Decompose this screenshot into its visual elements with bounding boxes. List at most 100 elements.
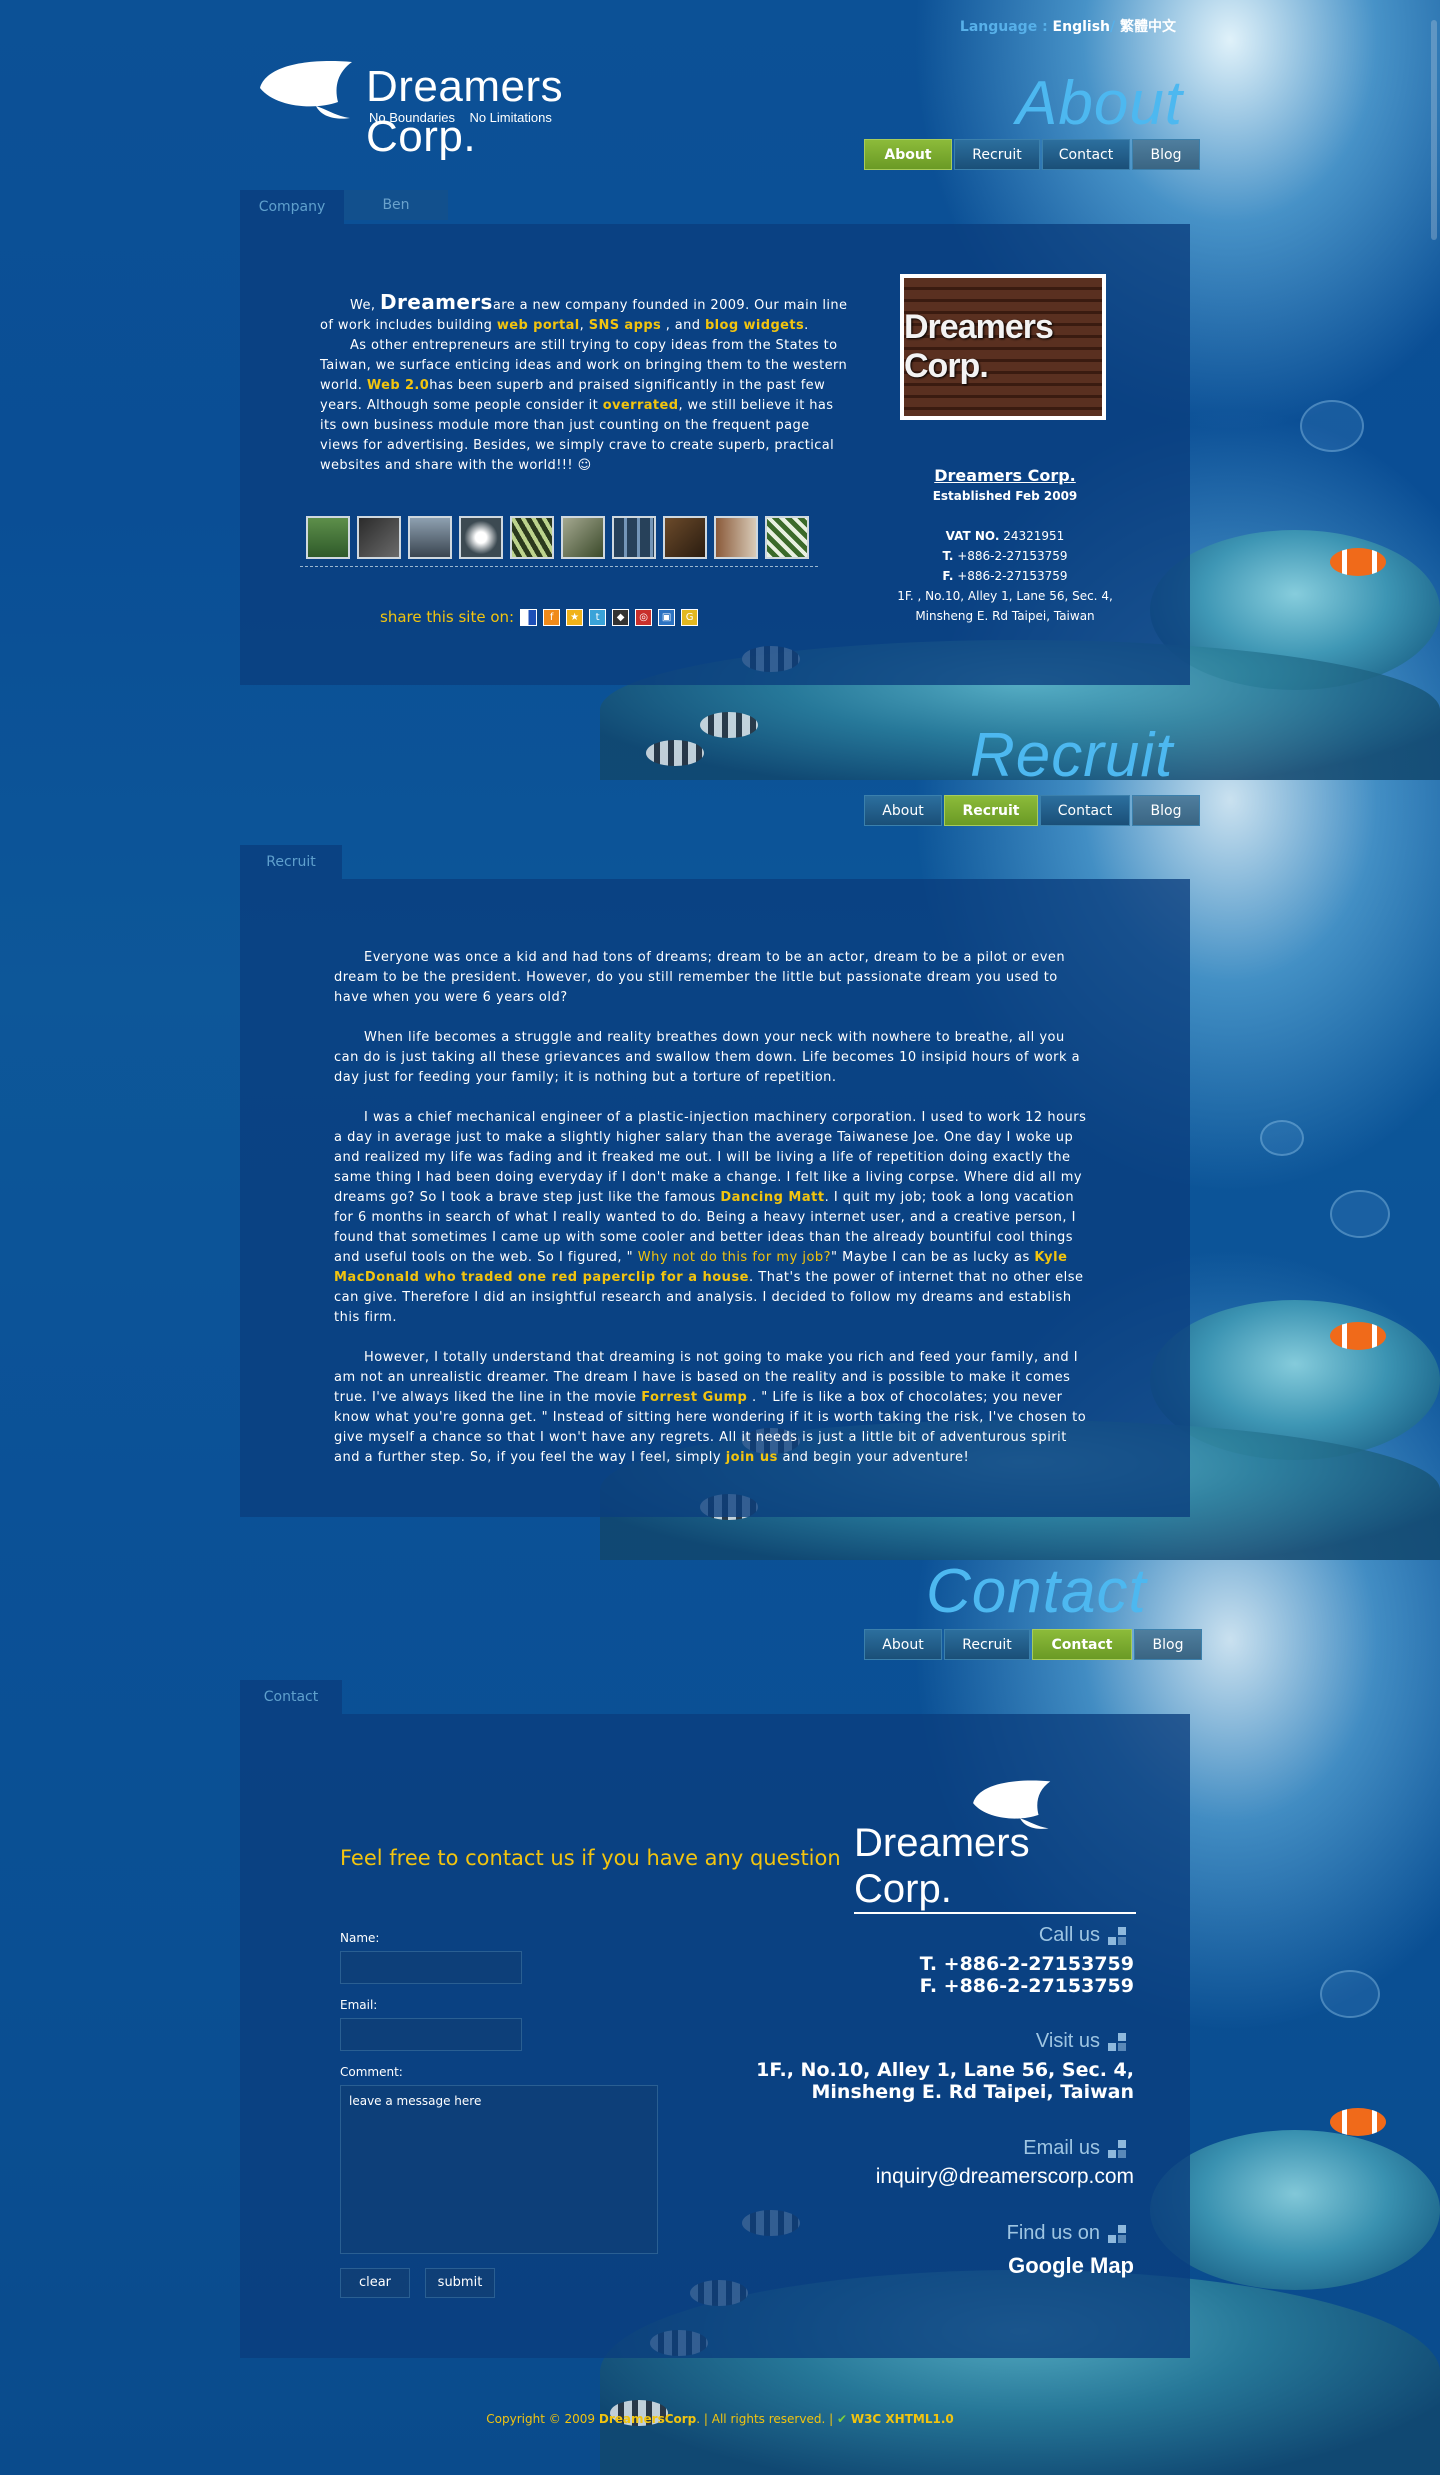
about-title: About [1016,69,1184,138]
tab-recruit[interactable]: Recruit [240,845,342,879]
find-us-text: Find us on [1006,2222,1100,2244]
delicious-icon[interactable] [520,608,538,626]
photo-sign-text: Dreamers Corp. [904,308,1054,385]
sns-apps-link[interactable]: SNS apps [589,318,661,333]
blog-widgets-link[interactable]: blog widgets [705,318,804,333]
share-icon[interactable]: G [681,608,699,626]
web-2-link[interactable]: Web 2.0 [367,378,429,393]
nav-blog[interactable]: Blog [1132,139,1200,170]
email-input[interactable] [340,2018,522,2051]
tab-ben[interactable]: Ben [344,190,448,220]
name-input[interactable] [340,1951,522,1984]
share-icon[interactable]: ◎ [635,608,653,626]
share-bar: share this site on: f ★ t ◆ ◎ ▣ G [380,608,699,626]
google-map-link[interactable]: Google Map [1007,2255,1134,2277]
recruit-nav: About Recruit Contact Blog [864,795,1200,826]
share-icon[interactable]: ★ [566,608,584,626]
brand-word: Dreamers [379,290,493,314]
find-us-label: Find us on [1007,2222,1134,2245]
share-icon[interactable]: ◆ [612,608,630,626]
squares-icon [1108,1925,1134,1947]
footer: Copyright © 2009 DreamersCorp. | All rig… [0,2412,1440,2426]
submit-button[interactable]: submit [425,2268,495,2298]
call-us-block: Call us T. +886-2-27153759 F. +886-2-271… [920,1924,1134,1997]
nav-blog[interactable]: Blog [1134,1629,1202,1660]
nav-contact[interactable]: Contact [1042,139,1130,170]
nav-about[interactable]: About [864,1629,942,1660]
w3c-link[interactable]: W3C XHTML1.0 [851,2412,954,2426]
squares-icon [1108,2223,1134,2245]
text: . [804,318,809,333]
thumbnail[interactable] [459,516,503,559]
clownfish-decoration [1330,2108,1386,2136]
phone-value: +886-2-27153759 [953,549,1068,563]
site-logo[interactable]: Dreamers Corp. No Boundaries No Limitati… [256,58,676,161]
tab-company[interactable]: Company [240,190,344,224]
thumbnail[interactable] [408,516,452,559]
tab-contact[interactable]: Contact [240,1680,342,1714]
nav-blog[interactable]: Blog [1132,795,1200,826]
web-portal-link[interactable]: web portal [497,318,580,333]
text: We, [350,298,380,313]
thumbnail[interactable] [561,516,605,559]
thumbnail[interactable] [306,516,350,559]
address-line-1: 1F. , No.10, Alley 1, Lane 56, Sec. 4, [897,589,1113,603]
thumbnail[interactable] [663,516,707,559]
highlight-quote: Why not do this for my job? [637,1250,832,1265]
vat-value: 24321951 [999,529,1065,543]
nav-contact[interactable]: Contact [1032,1629,1132,1660]
thumbnail-divider [300,566,818,567]
about-paragraph: We, Dreamersare a new company founded in… [320,292,852,336]
language-english-link[interactable]: English [1053,19,1110,35]
scrollbar-thumb[interactable] [1431,20,1437,240]
share-icon[interactable]: f [543,608,561,626]
language-chinese-link[interactable]: 繁體中文 [1120,19,1176,35]
jellyfish-decoration [1330,1190,1390,1238]
about-tabs: Company Ben [240,190,448,224]
call-us-label: Call us [920,1924,1134,1947]
page-scrollbar[interactable] [1430,0,1438,2475]
thumbnail[interactable] [765,516,809,559]
contact-heading: Feel free to contact us if you have any … [340,1846,841,1870]
overrated-link[interactable]: overrated [603,398,679,413]
about-paragraph: As other entrepreneurs are still trying … [320,336,852,476]
thumbnail[interactable] [612,516,656,559]
nav-recruit[interactable]: Recruit [944,1629,1030,1660]
share-icon[interactable]: ▣ [658,608,676,626]
text: " Maybe I can be as lucky as [831,1250,1035,1265]
nav-about[interactable]: About [864,795,942,826]
photo-thumbnails [306,516,809,559]
name-label: Name: [340,1931,380,1945]
thumbnail[interactable] [510,516,554,559]
nav-recruit[interactable]: Recruit [954,139,1040,170]
join-us-link[interactable]: join us [726,1450,778,1465]
squares-icon [1108,2031,1134,2053]
share-icon[interactable]: t [589,608,607,626]
visit-us-block: Visit us 1F., No.10, Alley 1, Lane 56, S… [756,2030,1134,2103]
thumbnail[interactable] [357,516,401,559]
language-label: Language : [959,19,1053,35]
text: , and [661,318,705,333]
comment-textarea[interactable]: leave a message here [340,2085,658,2254]
thumbnail[interactable] [714,516,758,559]
text: and begin your adventure! [777,1450,970,1465]
logo-tagline: No Boundaries No Limitations [369,110,552,125]
clear-button[interactable]: clear [340,2268,410,2298]
footer-brand-link[interactable]: DreamersCorp [599,2412,696,2426]
nav-contact[interactable]: Contact [1040,795,1130,826]
email-address-link[interactable]: inquiry@dreamerscorp.com [876,2166,1134,2188]
forrest-gump-link[interactable]: Forrest Gump [641,1390,747,1405]
language-switcher: Language : English/ 繁體中文 [960,16,1176,36]
vat-label: VAT NO. [945,529,1000,543]
visit-us-address-1: 1F., No.10, Alley 1, Lane 56, Sec. 4, [756,2059,1134,2081]
about-nav: About Recruit Contact Blog [864,139,1200,170]
fish-decoration [646,740,704,766]
contact-title: Contact [926,1557,1147,1626]
nav-recruit[interactable]: Recruit [944,795,1038,826]
company-established: Established Feb 2009 [932,489,1078,503]
language-separator: / [1110,19,1116,35]
dancing-matt-link[interactable]: Dancing Matt [720,1190,824,1205]
recruit-paragraph: I was a chief mechanical engineer of a p… [334,1108,1090,1328]
email-us-block: Email us inquiry@dreamerscorp.com [876,2137,1134,2188]
nav-about[interactable]: About [864,139,952,170]
